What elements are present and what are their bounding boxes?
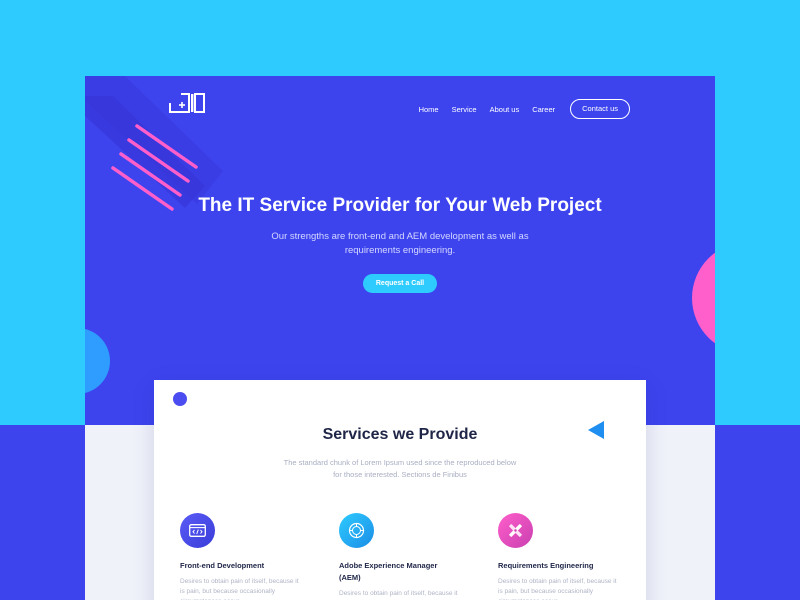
aem-badge-icon [339,513,374,548]
pencil-ruler-icon [498,513,533,548]
nav-item-home[interactable]: Home [419,105,439,114]
nav-item-service[interactable]: Service [452,105,477,114]
contact-us-button[interactable]: Contact us [570,99,630,119]
service-title: Adobe Experience Manager (AEM) [339,561,438,582]
services-title: Services we Provide [322,426,478,443]
service-title: Front-end Development [180,561,265,570]
landing-page: Home Service About us Career Contact us … [85,76,715,600]
cyan-half-circle [85,328,110,394]
services-subtitle: The standard chunk of Lorem Ipsum used s… [283,458,517,479]
hero-section: Home Service About us Career Contact us … [85,76,715,425]
brand-logo[interactable] [169,93,205,113]
decorative-dot [173,392,187,406]
pink-half-circle [692,252,715,344]
service-description: Desires to obtain pain of itself, becaus… [339,590,458,597]
main-nav: Home Service About us Career Contact us [406,99,630,119]
service-description: Desires to obtain pain of itself, becaus… [180,578,299,600]
code-window-icon [180,513,215,548]
service-description: Desires to obtain pain of itself, becaus… [498,578,617,600]
request-call-button[interactable]: Request a Call [363,274,437,293]
service-item-aem[interactable]: Adobe Experience Manager (AEM) Desires t… [339,513,459,600]
service-item-requirements[interactable]: Requirements Engineering Desires to obta… [498,513,618,600]
hero-title: The IT Service Provider for Your Web Pro… [198,195,602,216]
io-logo-icon [169,93,205,113]
service-title: Requirements Engineering [498,561,594,570]
hero-subtitle: Our strengths are front-end and AEM deve… [271,231,529,256]
service-item-frontend[interactable]: Front-end Development Desires to obtain … [180,513,300,600]
services-card: Services we Provide The standard chunk o… [154,380,646,600]
nav-item-about-us[interactable]: About us [490,105,520,114]
nav-item-career[interactable]: Career [532,105,555,114]
